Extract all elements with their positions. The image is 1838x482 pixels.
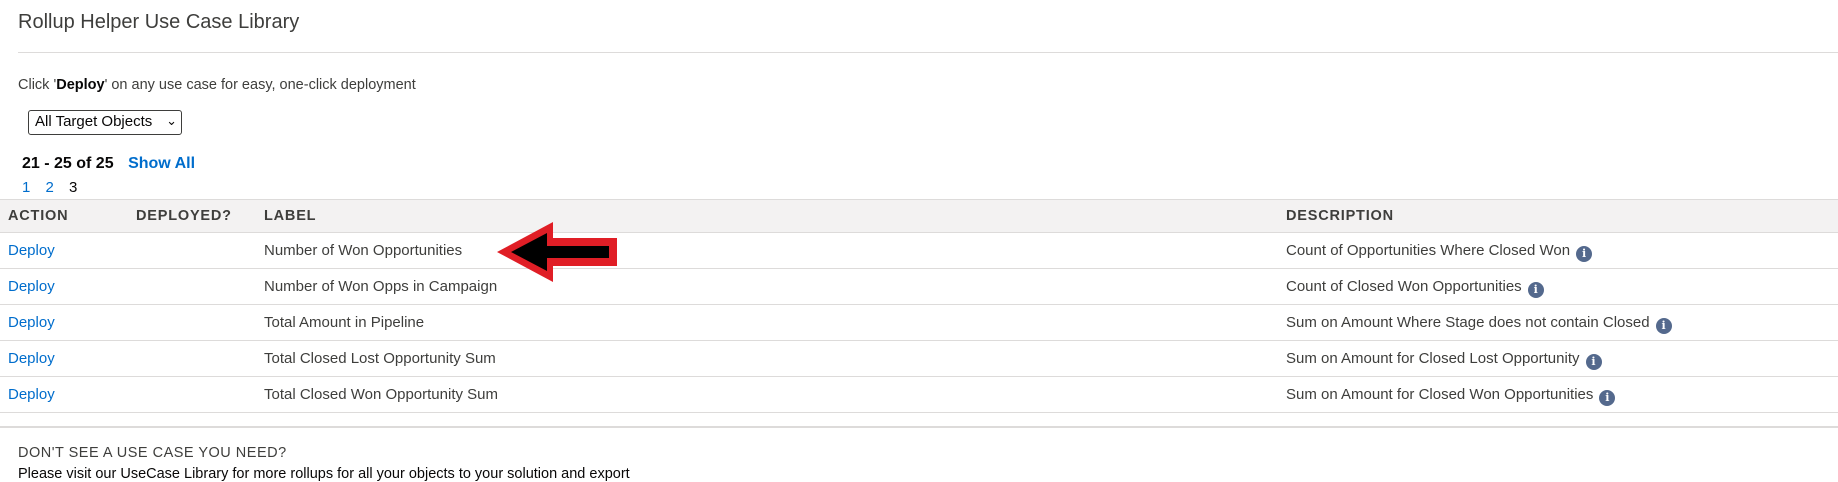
header-divider: [18, 52, 1838, 53]
use-case-label: Number of Won Opportunities: [264, 242, 463, 259]
info-icon[interactable]: i: [1599, 390, 1616, 406]
table-row: Deploy Total Amount in Pipeline Sum on A…: [0, 305, 1838, 341]
description-text: Count of Closed Won Opportunities: [1286, 278, 1522, 295]
annotation-arrow-icon: [497, 222, 617, 282]
column-header-action: ACTION: [8, 208, 69, 224]
description-text: Sum on Amount for Closed Lost Opportunit…: [1286, 350, 1580, 367]
table-header-row: ACTION DEPLOYED? LABEL DESCRIPTION: [0, 199, 1838, 233]
use-case-label: Total Closed Won Opportunity Sum: [264, 386, 499, 403]
deploy-link[interactable]: Deploy: [8, 350, 55, 367]
description-text: Sum on Amount for Closed Won Opportuniti…: [1286, 386, 1594, 403]
use-case-description: Sum on Amount Where Stage does not conta…: [1286, 314, 1672, 334]
table-row: Deploy Total Closed Lost Opportunity Sum…: [0, 341, 1838, 377]
page-link-1[interactable]: 1: [22, 179, 30, 196]
table-row: Deploy Number of Won Opps in Campaign Co…: [0, 269, 1838, 305]
page-current-3: 3: [69, 179, 78, 196]
use-case-label: Total Closed Lost Opportunity Sum: [264, 350, 496, 367]
use-case-table: ACTION DEPLOYED? LABEL DESCRIPTION Deplo…: [0, 199, 1838, 413]
use-case-description: Count of Closed Won Opportunities i: [1286, 278, 1544, 298]
description-text: Count of Opportunities Where Closed Won: [1286, 242, 1571, 259]
target-object-select[interactable]: All Target Objects ⌄: [28, 110, 182, 135]
instructions-text: Click 'Deploy' on any use case for easy,…: [18, 77, 416, 93]
column-header-label: LABEL: [264, 208, 317, 224]
info-icon[interactable]: i: [1585, 354, 1602, 370]
deploy-link[interactable]: Deploy: [8, 242, 55, 259]
chevron-down-icon: ⌄: [166, 113, 177, 128]
instructions-suffix: ' on any use case for easy, one-click de…: [104, 77, 416, 93]
use-case-description: Count of Opportunities Where Closed Won i: [1286, 242, 1593, 262]
table-row: Deploy Total Closed Won Opportunity Sum …: [0, 377, 1838, 413]
show-all-link[interactable]: Show All: [128, 155, 195, 172]
instructions-prefix: Click ': [18, 77, 57, 93]
page-link-2[interactable]: 2: [46, 179, 54, 196]
deploy-link[interactable]: Deploy: [8, 278, 55, 295]
use-case-description: Sum on Amount for Closed Won Opportuniti…: [1286, 386, 1616, 406]
page-title: Rollup Helper Use Case Library: [18, 11, 300, 33]
deploy-link[interactable]: Deploy: [8, 386, 55, 403]
instructions-bold: Deploy: [56, 77, 105, 93]
use-case-description: Sum on Amount for Closed Lost Opportunit…: [1286, 350, 1602, 370]
footer-text: Please visit our UseCase Library for mor…: [18, 466, 630, 482]
page-links: 1 2 3: [22, 179, 88, 196]
column-header-description: DESCRIPTION: [1286, 208, 1394, 224]
pagination-summary: 21 - 25 of 25 Show All: [22, 155, 195, 173]
pagination-range: 21 - 25 of 25: [22, 155, 114, 172]
use-case-label: Number of Won Opps in Campaign: [264, 278, 498, 295]
footer-divider: [0, 426, 1838, 428]
info-icon[interactable]: i: [1576, 246, 1593, 262]
footer-heading: DON'T SEE A USE CASE YOU NEED?: [18, 445, 287, 461]
column-header-deployed: DEPLOYED?: [136, 208, 232, 224]
deploy-link[interactable]: Deploy: [8, 314, 55, 331]
use-case-label: Total Amount in Pipeline: [264, 314, 425, 331]
table-row: Deploy Number of Won Opportunities Count…: [0, 233, 1838, 269]
target-object-select-value: All Target Objects: [35, 113, 153, 130]
info-icon[interactable]: i: [1655, 318, 1672, 334]
info-icon[interactable]: i: [1527, 282, 1544, 298]
description-text: Sum on Amount Where Stage does not conta…: [1286, 314, 1650, 331]
